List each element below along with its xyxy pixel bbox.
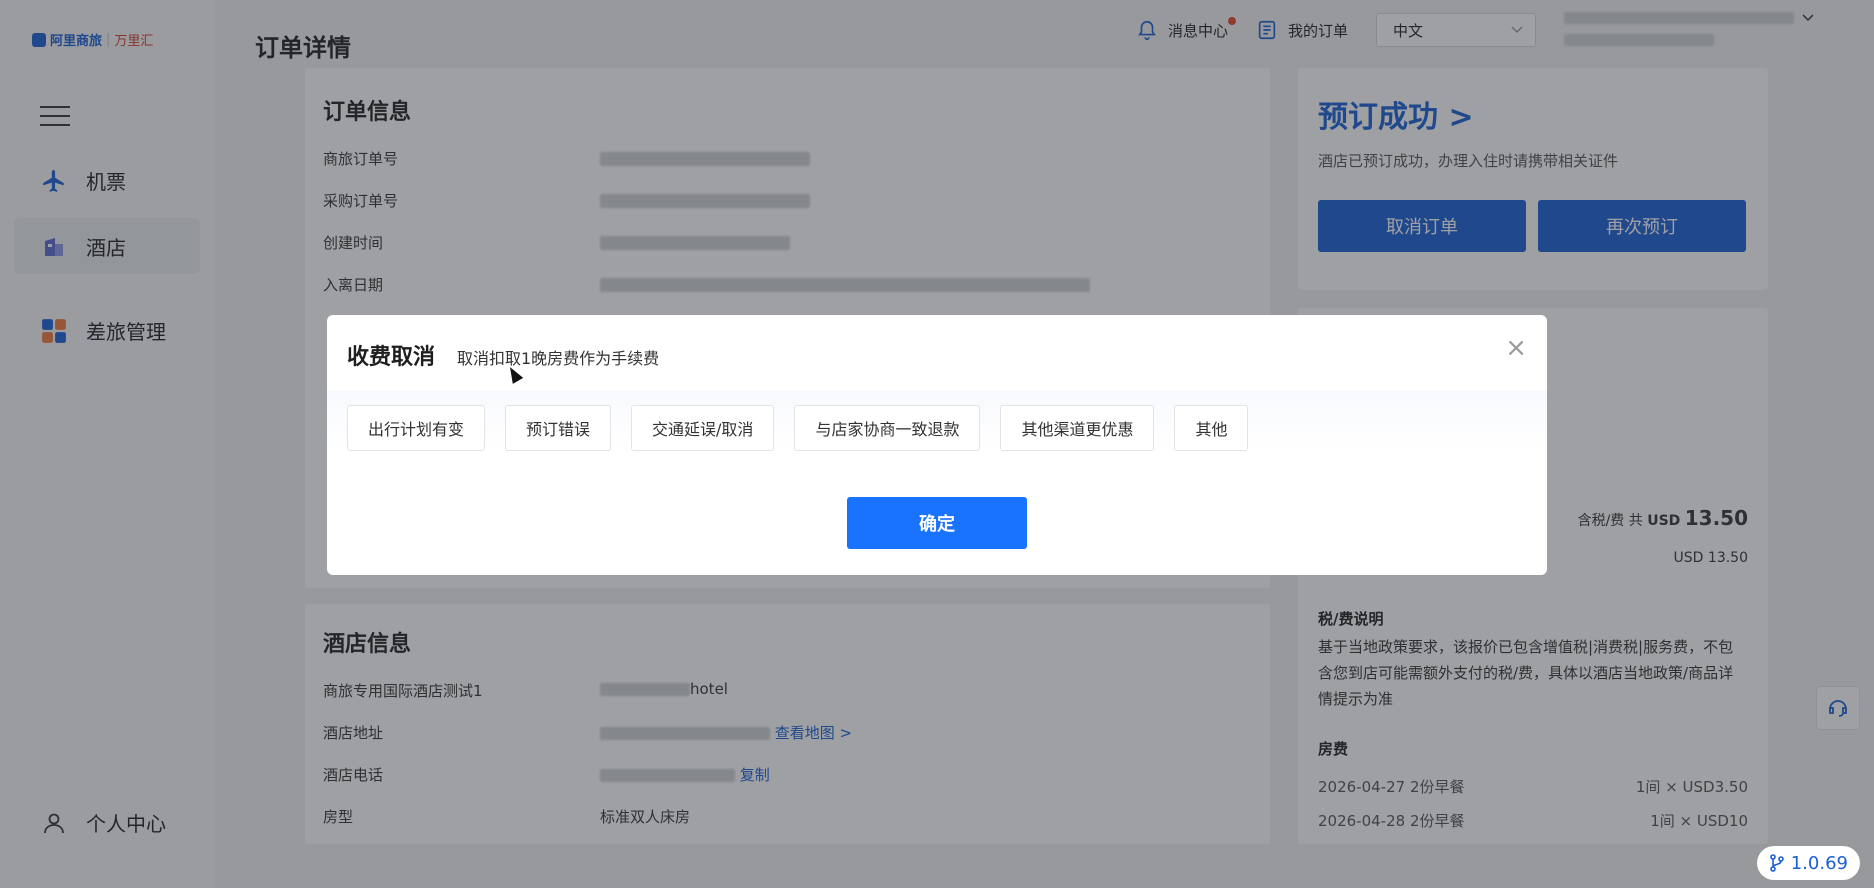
branch-icon — [1769, 854, 1784, 872]
dialog-title: 收费取消 — [347, 345, 436, 370]
reason-option-plan-change[interactable]: 出行计划有变 — [347, 405, 486, 451]
confirm-button[interactable]: 确定 — [847, 497, 1027, 549]
cancel-reason-list: 出行计划有变 预订错误 交通延误/取消 与店家协商一致退款 其他渠道更优惠 其他 — [347, 405, 1249, 451]
reason-option-booking-error[interactable]: 预订错误 — [505, 405, 612, 451]
reason-option-transport-delay[interactable]: 交通延误/取消 — [631, 405, 775, 451]
version-text: 1.0.69 — [1790, 852, 1848, 874]
reason-option-other[interactable]: 其他 — [1174, 405, 1249, 451]
close-icon[interactable]: × — [1505, 333, 1527, 363]
version-badge: 1.0.69 — [1756, 846, 1860, 880]
reason-option-merchant-agreed[interactable]: 与店家协商一致退款 — [794, 405, 981, 451]
dialog-subtitle: 取消扣取1晚房费作为手续费 — [457, 349, 660, 368]
paid-cancel-dialog: 收费取消 取消扣取1晚房费作为手续费 × 出行计划有变 预订错误 交通延误/取消… — [327, 315, 1547, 575]
reason-option-cheaper-elsewhere[interactable]: 其他渠道更优惠 — [1000, 405, 1155, 451]
